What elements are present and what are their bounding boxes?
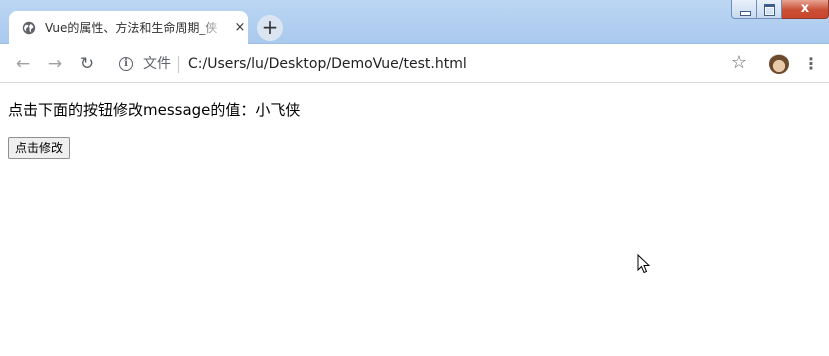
info-icon[interactable]: i — [119, 57, 133, 71]
browser-tab[interactable]: Vue的属性、方法和生命周期_侠 × — [9, 11, 248, 45]
address-bar-url[interactable]: C:/Users/lu/Desktop/DemoVue/test.html — [188, 56, 467, 72]
minimize-button[interactable] — [731, 0, 757, 19]
tab-close-icon[interactable]: × — [233, 21, 247, 35]
browser-toolbar: ← → ↻ i 文件 C:/Users/lu/Desktop/DemoVue/t… — [0, 45, 829, 83]
reload-icon[interactable]: ↻ — [76, 53, 98, 75]
close-window-button[interactable]: x — [782, 0, 829, 19]
change-message-button[interactable]: 点击修改 — [8, 137, 71, 159]
url-divider — [178, 56, 179, 73]
bookmark-star-icon[interactable]: ☆ — [729, 53, 749, 73]
new-tab-button[interactable]: + — [257, 15, 283, 41]
tab-title: Vue的属性、方法和生命周期_侠 — [45, 21, 218, 35]
file-label: 文件 — [143, 56, 171, 72]
message-text: 点击下面的按钮修改message的值：小飞侠 — [8, 101, 301, 119]
back-arrow-icon[interactable]: ← — [12, 53, 34, 75]
page-content: 点击下面的按钮修改message的值：小飞侠 点击修改 — [0, 84, 829, 356]
mouse-cursor-icon — [637, 254, 651, 274]
profile-avatar[interactable] — [769, 54, 789, 74]
window-controls: x — [731, 0, 829, 20]
forward-arrow-icon[interactable]: → — [44, 53, 66, 75]
globe-icon — [22, 21, 36, 35]
maximize-button[interactable] — [757, 0, 782, 19]
menu-kebab-icon[interactable]: ⋮ — [803, 53, 819, 75]
title-bar: Vue的属性、方法和生命周期_侠 × + x — [0, 0, 829, 45]
